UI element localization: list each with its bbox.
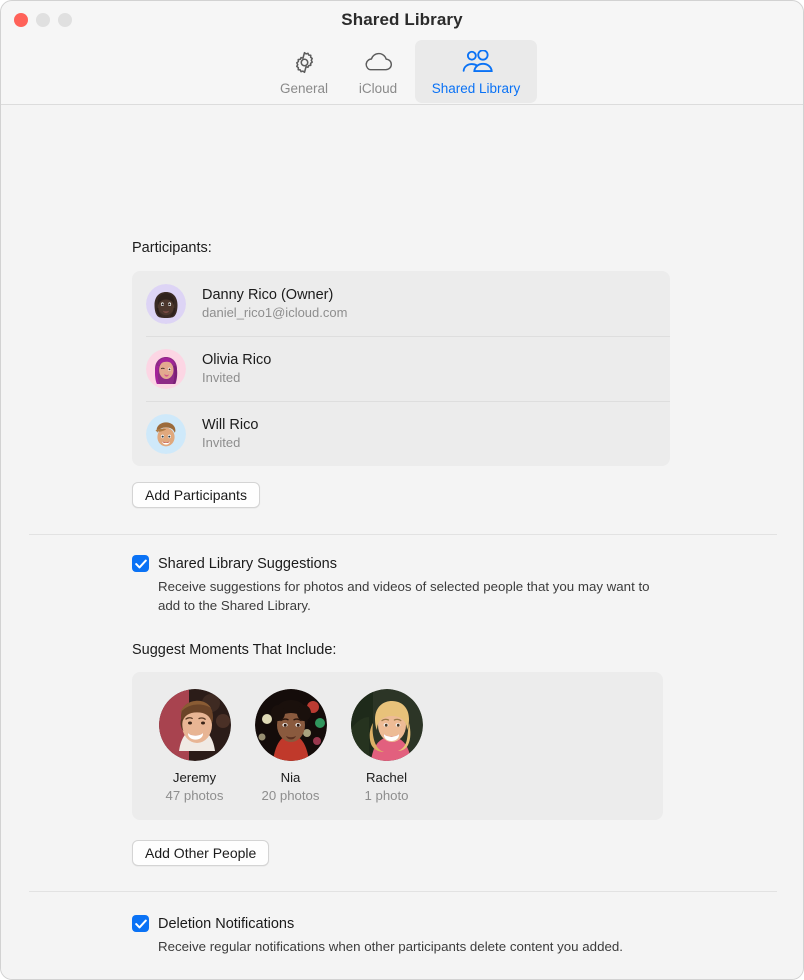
shared-library-suggestions-section: Shared Library Suggestions Receive sugge… xyxy=(132,555,672,616)
deletion-notifications-section: Deletion Notifications Receive regular n… xyxy=(132,915,672,956)
tab-icloud[interactable]: iCloud xyxy=(341,40,415,103)
table-row[interactable]: Olivia Rico Invited xyxy=(132,336,670,401)
person-name: Jeremy xyxy=(172,770,217,785)
shared-library-suggestions-label: Shared Library Suggestions xyxy=(158,555,337,572)
person-photo xyxy=(254,689,327,761)
person-name: Nia xyxy=(280,770,301,785)
participant-name: Danny Rico (Owner) xyxy=(202,287,334,303)
participant-detail: daniel_rico1@icloud.com xyxy=(202,305,348,320)
person-photo xyxy=(158,689,231,761)
suggested-people-panel: Jeremy 47 photos Nia 20 photos Rachel 1 … xyxy=(132,672,663,820)
person-photo-count: 20 photos xyxy=(261,788,320,803)
list-item[interactable]: Rachel 1 photo xyxy=(345,689,428,803)
preferences-content: Participants: Danny Rico (Owner) daniel_… xyxy=(1,105,803,979)
person-name: Rachel xyxy=(365,770,408,785)
person-photo xyxy=(350,689,423,761)
participant-info: Danny Rico (Owner) daniel_rico1@icloud.c… xyxy=(202,287,347,320)
section-divider xyxy=(29,891,777,892)
window-titlebar: Shared Library General iCloud Shared Lib… xyxy=(1,1,803,105)
list-item[interactable]: Nia 20 photos xyxy=(249,689,332,803)
shared-library-suggestions-checkbox[interactable] xyxy=(132,555,149,572)
participants-label: Participants: xyxy=(132,240,212,256)
deletion-notifications-row[interactable]: Deletion Notifications xyxy=(132,915,672,932)
list-item[interactable]: Jeremy 47 photos xyxy=(153,689,236,803)
participant-detail: Invited xyxy=(202,370,241,385)
add-other-people-button[interactable]: Add Other People xyxy=(132,840,270,866)
table-row[interactable]: Danny Rico (Owner) daniel_rico1@icloud.c… xyxy=(132,271,670,336)
suggest-moments-label: Suggest Moments That Include: xyxy=(132,642,337,658)
participant-info: Will Rico Invited xyxy=(202,417,258,450)
tab-shared-library-label: Shared Library xyxy=(431,81,521,96)
participant-name: Will Rico xyxy=(202,417,259,433)
person-photo-count: 1 photo xyxy=(364,788,409,803)
person-photo-count: 47 photos xyxy=(165,788,224,803)
deletion-notifications-checkbox[interactable] xyxy=(132,915,149,932)
shared-library-suggestions-description: Receive suggestions for photos and video… xyxy=(158,579,650,614)
avatar xyxy=(146,283,186,324)
avatar xyxy=(146,348,186,389)
participant-info: Olivia Rico Invited xyxy=(202,352,271,385)
tab-general-label: General xyxy=(279,81,329,96)
gear-icon xyxy=(292,48,317,76)
deletion-notifications-label: Deletion Notifications xyxy=(158,915,295,932)
preferences-toolbar: General iCloud Shared Library xyxy=(1,40,803,103)
deletion-notifications-description: Receive regular notifications when other… xyxy=(158,939,623,954)
tab-shared-library[interactable]: Shared Library xyxy=(415,40,537,103)
table-row[interactable]: Will Rico Invited xyxy=(132,401,670,466)
participant-detail: Invited xyxy=(202,435,241,450)
window-title: Shared Library xyxy=(341,10,463,29)
shared-library-suggestions-row[interactable]: Shared Library Suggestions xyxy=(132,555,672,572)
add-participants-button[interactable]: Add Participants xyxy=(132,482,260,508)
participants-list: Danny Rico (Owner) daniel_rico1@icloud.c… xyxy=(132,271,670,466)
tab-icloud-label: iCloud xyxy=(358,81,398,96)
suggested-people-list: Jeremy 47 photos Nia 20 photos Rachel 1 … xyxy=(132,672,663,803)
section-divider xyxy=(29,534,777,535)
participant-name: Olivia Rico xyxy=(202,352,272,368)
tab-general[interactable]: General xyxy=(267,40,341,103)
preferences-window: Shared Library General iCloud Shared Lib… xyxy=(0,0,804,980)
people-icon xyxy=(459,48,493,76)
avatar xyxy=(146,413,186,454)
cloud-icon xyxy=(363,48,393,76)
